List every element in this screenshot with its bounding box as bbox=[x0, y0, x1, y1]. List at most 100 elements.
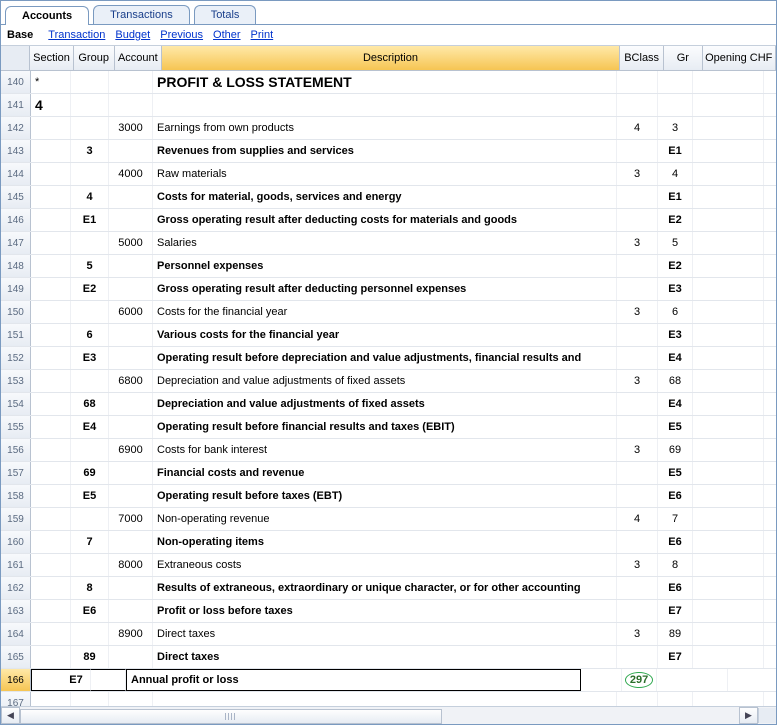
cell-bclass[interactable] bbox=[617, 600, 658, 622]
cell-group[interactable]: 3 bbox=[71, 140, 109, 162]
cell-bclass[interactable] bbox=[617, 416, 658, 438]
cell-opening[interactable] bbox=[693, 278, 764, 300]
horizontal-scrollbar[interactable]: ◀ ▶ bbox=[1, 706, 776, 724]
table-row[interactable]: 1433Revenues from supplies and servicesE… bbox=[1, 140, 776, 163]
cell-group[interactable] bbox=[71, 117, 109, 139]
cell-section[interactable] bbox=[31, 439, 71, 461]
cell-description[interactable]: Annual profit or loss bbox=[126, 669, 581, 691]
cell-opening[interactable] bbox=[693, 324, 764, 346]
row-number[interactable]: 165 bbox=[1, 646, 31, 668]
cell-group[interactable]: 68 bbox=[71, 393, 109, 415]
cell-opening[interactable] bbox=[693, 370, 764, 392]
cell-opening[interactable] bbox=[693, 416, 764, 438]
cell-group[interactable]: 89 bbox=[71, 646, 109, 668]
cell-account[interactable] bbox=[109, 692, 153, 706]
cell-opening[interactable] bbox=[693, 186, 764, 208]
cell-bclass[interactable] bbox=[617, 209, 658, 231]
cell-gr[interactable]: 7 bbox=[658, 508, 693, 530]
table-row[interactable]: 1444000Raw materials34 bbox=[1, 163, 776, 186]
col-description[interactable]: Description bbox=[162, 46, 620, 70]
cell-section[interactable] bbox=[31, 324, 71, 346]
cell-account[interactable] bbox=[109, 324, 153, 346]
cell-opening[interactable] bbox=[693, 531, 764, 553]
cell-opening[interactable] bbox=[693, 600, 764, 622]
cell-description[interactable]: Depreciation and value adjustments of fi… bbox=[153, 370, 617, 392]
table-row[interactable]: 146E1Gross operating result after deduct… bbox=[1, 209, 776, 232]
cell-account[interactable] bbox=[109, 646, 153, 668]
tab-totals[interactable]: Totals bbox=[194, 5, 257, 24]
row-number[interactable]: 148 bbox=[1, 255, 31, 277]
row-number[interactable]: 164 bbox=[1, 623, 31, 645]
cell-description[interactable]: Gross operating result after deducting c… bbox=[153, 209, 617, 231]
cell-bclass[interactable] bbox=[617, 94, 658, 116]
cell-group[interactable]: 8 bbox=[71, 577, 109, 599]
cell-group[interactable]: E3 bbox=[71, 347, 109, 369]
scroll-thumb[interactable] bbox=[20, 709, 442, 724]
table-row[interactable]: 16589Direct taxesE7 bbox=[1, 646, 776, 669]
cell-section[interactable] bbox=[31, 232, 71, 254]
cell-bclass[interactable] bbox=[617, 692, 658, 706]
cell-opening[interactable] bbox=[693, 577, 764, 599]
cell-opening[interactable] bbox=[693, 485, 764, 507]
cell-gr[interactable]: E7 bbox=[658, 600, 693, 622]
row-number[interactable]: 140 bbox=[1, 71, 31, 93]
cell-opening[interactable] bbox=[693, 232, 764, 254]
scroll-left-button[interactable]: ◀ bbox=[1, 707, 20, 724]
row-number[interactable]: 159 bbox=[1, 508, 31, 530]
cell-description[interactable]: Results of extraneous, extraordinary or … bbox=[153, 577, 617, 599]
cell-account[interactable] bbox=[109, 577, 153, 599]
cell-account[interactable]: 4000 bbox=[109, 163, 153, 185]
cell-group[interactable] bbox=[71, 554, 109, 576]
cell-opening[interactable] bbox=[693, 646, 764, 668]
cell-gr[interactable]: E5 bbox=[658, 462, 693, 484]
cell-group[interactable] bbox=[71, 163, 109, 185]
cell-account[interactable] bbox=[109, 140, 153, 162]
row-number[interactable]: 147 bbox=[1, 232, 31, 254]
cell-gr[interactable]: 3 bbox=[658, 117, 693, 139]
cell-gr[interactable] bbox=[658, 94, 693, 116]
cell-group[interactable]: E2 bbox=[71, 278, 109, 300]
cell-gr[interactable]: E6 bbox=[658, 577, 693, 599]
cell-section[interactable] bbox=[31, 117, 71, 139]
row-number[interactable]: 150 bbox=[1, 301, 31, 323]
cell-opening[interactable] bbox=[693, 255, 764, 277]
table-row[interactable]: 1506000Costs for the financial year36 bbox=[1, 301, 776, 324]
table-row[interactable]: 1536800Depreciation and value adjustment… bbox=[1, 370, 776, 393]
cell-group[interactable] bbox=[71, 301, 109, 323]
subnav-link-previous[interactable]: Previous bbox=[160, 29, 203, 41]
tab-transactions[interactable]: Transactions bbox=[93, 5, 190, 24]
cell-description[interactable]: Non-operating items bbox=[153, 531, 617, 553]
cell-section[interactable] bbox=[31, 301, 71, 323]
row-number[interactable]: 161 bbox=[1, 554, 31, 576]
cell-gr[interactable]: E2 bbox=[658, 209, 693, 231]
cell-gr[interactable]: 68 bbox=[658, 370, 693, 392]
table-row[interactable]: 167 bbox=[1, 692, 776, 706]
row-number[interactable]: 163 bbox=[1, 600, 31, 622]
cell-opening[interactable] bbox=[693, 71, 764, 93]
cell-group[interactable] bbox=[71, 71, 109, 93]
cell-group[interactable] bbox=[71, 508, 109, 530]
cell-section[interactable] bbox=[31, 186, 71, 208]
cell-section[interactable] bbox=[31, 163, 71, 185]
cell-opening[interactable] bbox=[693, 692, 764, 706]
table-row[interactable]: 1648900Direct taxes389 bbox=[1, 623, 776, 646]
cell-account[interactable] bbox=[109, 71, 153, 93]
row-number[interactable]: 160 bbox=[1, 531, 31, 553]
cell-group[interactable]: 4 bbox=[71, 186, 109, 208]
col-section[interactable]: Section bbox=[30, 46, 73, 70]
table-row[interactable]: 1414 bbox=[1, 94, 776, 117]
row-number[interactable]: 158 bbox=[1, 485, 31, 507]
cell-account[interactable]: 6800 bbox=[109, 370, 153, 392]
cell-group[interactable] bbox=[71, 623, 109, 645]
cell-opening[interactable] bbox=[693, 347, 764, 369]
cell-gr[interactable]: E6 bbox=[658, 485, 693, 507]
table-row[interactable]: 166E7Annual profit or loss297 bbox=[1, 669, 776, 692]
table-row[interactable]: 158E5Operating result before taxes (EBT)… bbox=[1, 485, 776, 508]
cell-group[interactable] bbox=[71, 232, 109, 254]
table-row[interactable]: 152E3Operating result before depreciatio… bbox=[1, 347, 776, 370]
row-number[interactable]: 166 bbox=[1, 669, 31, 691]
cell-section[interactable] bbox=[31, 531, 71, 553]
table-row[interactable]: 1566900Costs for bank interest369 bbox=[1, 439, 776, 462]
cell-bclass[interactable]: 3 bbox=[617, 439, 658, 461]
cell-section[interactable] bbox=[31, 669, 62, 691]
